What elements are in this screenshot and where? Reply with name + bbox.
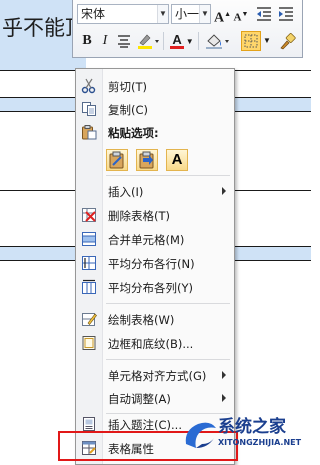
menu-item-label: 自动调整(A) [108,392,171,406]
chevron-down-icon[interactable]: ▼ [262,31,272,51]
menu-item-copy[interactable]: 复制(C) [76,98,234,120]
font-size-value: 小一 [175,7,200,21]
menu-item-paste-options: 粘贴选项: [76,121,234,143]
menu-item-distribute-columns[interactable]: 平均分布各列(Y) [76,276,234,298]
menu-item-label: 边框和底纹(B)... [108,337,194,351]
borders-button-icon[interactable] [241,31,261,51]
menu-item-borders-shading[interactable]: 边框和底纹(B)... [76,332,234,354]
toolbar-divider [163,32,164,50]
watermark: 系统之家 XITONGZHIJIA.NET [180,406,310,462]
paste-text-only-button[interactable]: A [166,149,188,171]
paste-text-letter: A [171,151,183,168]
bold-button[interactable]: B [79,31,95,51]
watermark-logo-icon [185,422,216,448]
menu-item-insert[interactable]: 插入(I) [76,180,234,202]
merge-cells-icon [81,231,97,247]
center-align-icon[interactable] [115,31,133,51]
menu-item-label: 插入(I) [108,185,144,199]
menu-item-cut[interactable]: 剪切(T) [76,75,234,97]
scissors-icon [81,78,97,94]
submenu-arrow-icon [222,187,226,195]
chevron-down-icon[interactable]: ▼ [199,5,210,23]
menu-item-distribute-rows[interactable]: 平均分布各行(N) [76,252,234,274]
shrink-font-button[interactable]: A▼ [233,4,249,24]
menu-item-cell-alignment[interactable]: 单元格对齐方式(G) [76,364,234,386]
shading-icon[interactable] [205,31,233,51]
paste-icon [81,124,97,140]
font-color-button[interactable]: A ▼ [169,31,195,51]
menu-separator [106,175,230,176]
menu-item-label: 复制(C) [108,103,149,117]
caption-icon [81,416,97,432]
menu-item-label: 合并单元格(M) [108,233,185,247]
menu-separator [106,359,230,360]
menu-item-merge-cells[interactable]: 合并单元格(M) [76,228,234,250]
toolbar-divider [198,32,199,50]
delete-table-icon [81,207,97,223]
borders-icon [81,335,97,351]
watermark-title: 系统之家 [218,417,286,437]
distribute-columns-icon [81,279,97,295]
increase-indent-icon[interactable] [277,4,295,24]
grow-font-button[interactable]: A▲ [214,4,231,26]
menu-item-label: 粘贴选项: [108,126,159,140]
submenu-arrow-icon [222,371,226,379]
copy-icon [81,101,97,117]
shrink-font-label: A [233,11,242,24]
chevron-down-icon: ▼ [185,37,194,46]
decrease-indent-icon[interactable] [255,4,273,24]
highlight-color-icon[interactable] [137,31,161,51]
font-name-combo[interactable]: 宋体 ▼ [77,4,169,24]
menu-item-label: 删除表格(T) [108,209,170,223]
menu-item-label: 绘制表格(W) [108,313,175,327]
chevron-down-icon[interactable]: ▼ [157,5,168,23]
italic-label: I [102,33,108,48]
format-painter-icon[interactable] [277,31,297,51]
font-size-combo[interactable]: 小一 ▼ [171,4,211,24]
mini-toolbar: 宋体 ▼ 小一 ▼ A▲ A▼ B I A ▼ ▼ [72,0,303,58]
paste-keep-format-button[interactable] [106,149,128,171]
draw-table-icon [81,311,97,327]
menu-item-label: 剪切(T) [108,80,147,94]
menu-item-label: 平均分布各行(N) [108,257,195,271]
menu-item-label: 单元格对齐方式(G) [108,369,207,383]
submenu-arrow-icon [222,394,226,402]
watermark-url: XITONGZHIJIA.NET [218,438,302,447]
menu-item-delete-table[interactable]: 删除表格(T) [76,204,234,226]
italic-button[interactable]: I [98,31,112,51]
bold-label: B [82,33,92,48]
distribute-rows-icon [81,255,97,271]
grow-font-label: A [214,10,225,26]
menu-item-draw-table[interactable]: 绘制表格(W) [76,308,234,330]
menu-item-label: 平均分布各列(Y) [108,281,193,295]
font-color-letter: A [170,32,184,49]
paste-merge-format-button[interactable] [136,149,158,171]
menu-separator [106,303,230,304]
font-name-value: 宋体 [81,7,106,21]
